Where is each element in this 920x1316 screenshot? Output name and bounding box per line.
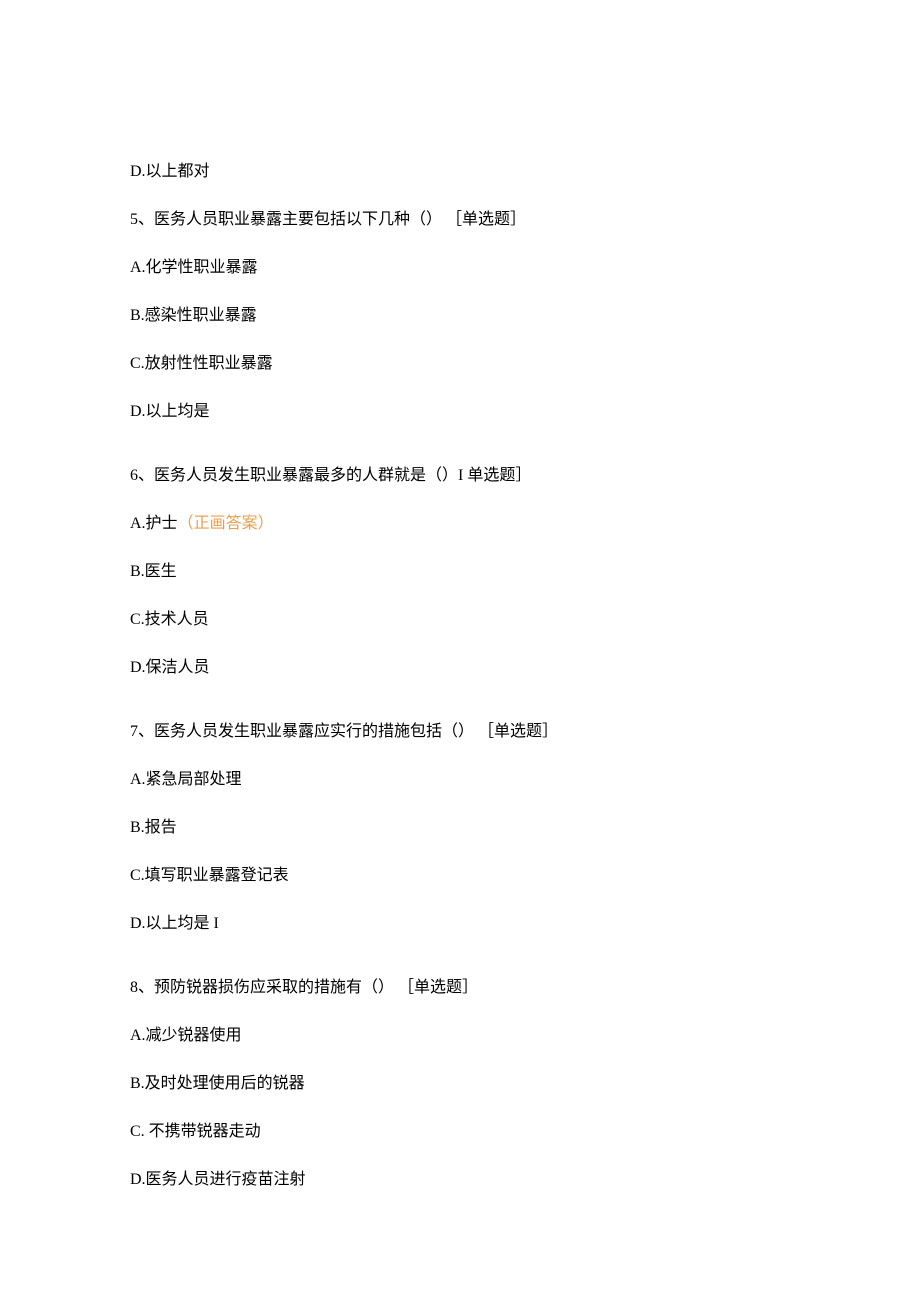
- q7-option-b: B.报告: [130, 816, 790, 840]
- q8-option-c: C. 不携带锐器走动: [130, 1120, 790, 1144]
- q8-option-d: D.医务人员进行疫苗注射: [130, 1168, 790, 1192]
- q6-option-a: A.护士（正画答案）: [130, 512, 790, 536]
- q6-correct-tag: （正画答案）: [178, 515, 274, 532]
- q5-stem: 5、医务人员职业暴露主要包括以下几种（） ［单选题］: [130, 208, 790, 232]
- q5-option-c: C.放射性性职业暴露: [130, 352, 790, 376]
- q6-option-d: D.保洁人员: [130, 656, 790, 680]
- q6-option-c: C.技术人员: [130, 608, 790, 632]
- q6-option-a-text: A.护士: [130, 515, 178, 532]
- q5-option-a: A.化学性职业暴露: [130, 256, 790, 280]
- q7-option-c: C.填写职业暴露登记表: [130, 864, 790, 888]
- q5-option-d: D.以上均是: [130, 400, 790, 424]
- q8-option-b: B.及时处理使用后的锐器: [130, 1072, 790, 1096]
- q6-option-b: B.医生: [130, 560, 790, 584]
- q7-option-d: D.以上均是 I: [130, 912, 790, 936]
- q4-option-d: D.以上都对: [130, 160, 790, 184]
- q8-stem: 8、预防锐器损伤应采取的措施有（） ［单选题］: [130, 976, 790, 1000]
- q6-stem: 6、医务人员发生职业暴露最多的人群就是（）I 单选题］: [130, 464, 790, 488]
- q7-stem: 7、医务人员发生职业暴露应实行的措施包括（） ［单选题］: [130, 720, 790, 744]
- q7-option-a: A.紧急局部处理: [130, 768, 790, 792]
- q5-option-b: B.感染性职业暴露: [130, 304, 790, 328]
- q8-option-a: A.减少锐器使用: [130, 1024, 790, 1048]
